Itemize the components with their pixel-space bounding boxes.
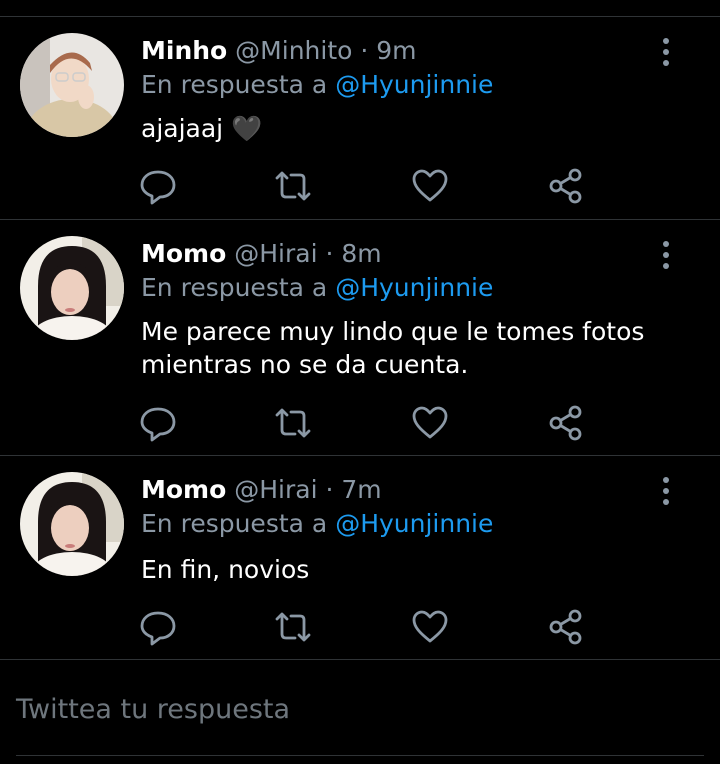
tweet-text: En fin, novios: [141, 555, 310, 584]
tweet-text: Me parece muy lindo que le tomes fotos m…: [141, 315, 681, 381]
mention-link[interactable]: @Hyunjinnie: [335, 273, 493, 302]
tweet-text: ajajaaj 🖤: [141, 114, 263, 143]
reply-tweet[interactable]: Momo @Hirai · 8m En respuesta a @Hyunjin…: [0, 220, 720, 456]
display-name[interactable]: Momo: [141, 239, 226, 268]
reply-icon[interactable]: [138, 166, 178, 206]
more-options-icon[interactable]: [654, 474, 678, 508]
share-icon[interactable]: [546, 607, 586, 647]
display-name[interactable]: Momo: [141, 475, 226, 504]
mention-link[interactable]: @Hyunjinnie: [335, 509, 493, 538]
avatar[interactable]: [20, 236, 124, 340]
avatar-minho: [20, 33, 124, 137]
reply-icon[interactable]: [138, 607, 178, 647]
tweet-header: Minho @Minhito · 9m: [141, 36, 417, 66]
retweet-icon[interactable]: [273, 166, 313, 206]
more-options-icon[interactable]: [654, 238, 678, 272]
reply-tweet[interactable]: Momo @Hirai · 7m En respuesta a @Hyunjin…: [0, 456, 720, 660]
like-icon[interactable]: [410, 166, 450, 206]
timestamp[interactable]: 7m: [341, 475, 381, 504]
reply-prefix: En respuesta a: [141, 70, 328, 99]
reply-prefix: En respuesta a: [141, 273, 328, 302]
reply-context: En respuesta a @Hyunjinnie: [141, 273, 493, 303]
user-handle[interactable]: @Hirai: [234, 475, 317, 504]
retweet-icon[interactable]: [273, 607, 313, 647]
retweet-icon[interactable]: [273, 403, 313, 443]
timestamp[interactable]: 9m: [376, 36, 416, 65]
reply-icon[interactable]: [138, 403, 178, 443]
timestamp[interactable]: 8m: [341, 239, 381, 268]
user-handle[interactable]: @Hirai: [234, 239, 317, 268]
tweet-text-line: mientras no se da cuenta.: [141, 350, 469, 379]
compose-underline: [16, 755, 704, 756]
tweet-text-line: Me parece muy lindo que le tomes fotos: [141, 317, 645, 346]
tweet-header: Momo @Hirai · 8m: [141, 239, 382, 269]
like-icon[interactable]: [410, 403, 450, 443]
user-handle[interactable]: @Minhito: [235, 36, 352, 65]
more-options-icon[interactable]: [654, 35, 678, 69]
reply-context: En respuesta a @Hyunjinnie: [141, 70, 493, 100]
share-icon[interactable]: [546, 166, 586, 206]
display-name[interactable]: Minho: [141, 36, 227, 65]
separator-dot: ·: [325, 239, 334, 268]
avatar[interactable]: [20, 472, 124, 576]
like-icon[interactable]: [410, 607, 450, 647]
mention-link[interactable]: @Hyunjinnie: [335, 70, 493, 99]
separator-dot: ·: [360, 36, 369, 65]
reply-prefix: En respuesta a: [141, 509, 328, 538]
tweet-header: Momo @Hirai · 7m: [141, 475, 382, 505]
avatar-momo: [20, 236, 124, 340]
separator-dot: ·: [325, 475, 334, 504]
share-icon[interactable]: [546, 403, 586, 443]
avatar[interactable]: [20, 33, 124, 137]
avatar-momo: [20, 472, 124, 576]
reply-tweet[interactable]: Minho @Minhito · 9m En respuesta a @Hyun…: [0, 17, 720, 220]
reply-compose-input[interactable]: Twittea tu respuesta: [16, 686, 704, 734]
reply-context: En respuesta a @Hyunjinnie: [141, 509, 493, 539]
